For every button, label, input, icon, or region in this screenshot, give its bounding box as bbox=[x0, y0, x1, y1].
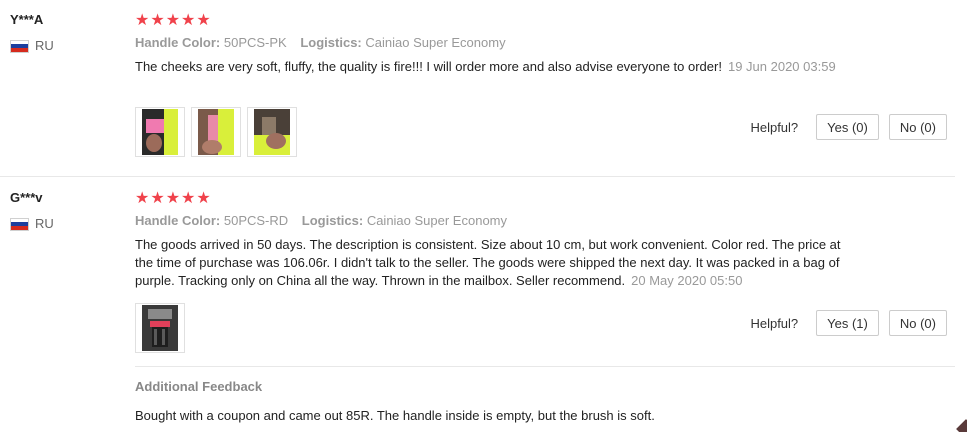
review-sku-info: Handle Color: 50PCS-PK Logistics: Cainia… bbox=[135, 34, 860, 52]
handle-color-value: 50PCS-PK bbox=[223, 35, 287, 50]
helpful-label: Helpful? bbox=[750, 119, 799, 135]
helpful-voting: Helpful? Yes (1) No (0) bbox=[750, 310, 947, 336]
additional-feedback-title: Additional Feedback bbox=[135, 379, 263, 394]
russia-flag-icon bbox=[10, 39, 29, 53]
logistics-label: Logistics: bbox=[301, 213, 364, 228]
photo-brush-in-hand bbox=[198, 109, 234, 155]
review-text: The goods arrived in 50 days. The descri… bbox=[135, 236, 860, 290]
helpful-no-button[interactable]: No (0) bbox=[888, 310, 947, 336]
country-code: RU bbox=[35, 38, 54, 53]
logistics-value: Cainiao Super Economy bbox=[366, 213, 508, 228]
additional-feedback-text: Bought with a coupon and came out 85R. T… bbox=[135, 408, 655, 423]
helpful-label: Helpful? bbox=[750, 315, 799, 331]
review-item: Y***A RU ★★★★★ Handle Color: 50PCS-PK Lo… bbox=[0, 0, 955, 177]
review-photos bbox=[135, 107, 297, 157]
helpful-yes-button[interactable]: Yes (1) bbox=[816, 310, 879, 336]
star-rating: ★★★★★ bbox=[135, 190, 212, 207]
handle-color-label: Handle Color: bbox=[135, 213, 221, 228]
corner-decoration bbox=[956, 419, 967, 432]
photo-brush-closeup bbox=[254, 109, 290, 155]
reviewer-name: G***v bbox=[10, 190, 43, 205]
logistics-value: Cainiao Super Economy bbox=[365, 35, 506, 50]
helpful-voting: Helpful? Yes (0) No (0) bbox=[750, 114, 947, 140]
review-photo-thumbnail[interactable] bbox=[191, 107, 241, 157]
photo-pink-brush bbox=[142, 109, 178, 155]
photo-red-brushes bbox=[142, 305, 178, 351]
review-content: ★★★★★ Handle Color: 50PCS-RD Logistics: … bbox=[135, 190, 860, 290]
additional-feedback: Additional Feedback Bought with a coupon… bbox=[135, 366, 955, 425]
review-photo-thumbnail[interactable] bbox=[135, 107, 185, 157]
review-date: 19 Jun 2020 03:59 bbox=[727, 59, 836, 74]
review-photo-thumbnail[interactable] bbox=[247, 107, 297, 157]
review-date: 20 May 2020 05:50 bbox=[631, 273, 743, 288]
helpful-no-button[interactable]: No (0) bbox=[888, 114, 947, 140]
russia-flag-icon bbox=[10, 217, 29, 231]
helpful-yes-button[interactable]: Yes (0) bbox=[816, 114, 879, 140]
country-code: RU bbox=[35, 216, 54, 231]
review-text: The cheeks are very soft, fluffy, the qu… bbox=[135, 58, 860, 76]
reviewer-info: Y***A RU bbox=[10, 12, 120, 54]
review-item: G***v RU ★★★★★ Handle Color: 50PCS-RD Lo… bbox=[0, 178, 955, 432]
review-photos bbox=[135, 303, 185, 353]
handle-color-value: 50PCS-RD bbox=[223, 213, 289, 228]
reviewer-info: G***v RU bbox=[10, 190, 120, 232]
reviewer-name: Y***A bbox=[10, 12, 44, 27]
handle-color-label: Handle Color: bbox=[135, 35, 221, 50]
review-photo-thumbnail[interactable] bbox=[135, 303, 185, 353]
star-rating: ★★★★★ bbox=[135, 12, 212, 29]
logistics-label: Logistics: bbox=[300, 35, 362, 50]
reviewer-country: RU bbox=[10, 38, 120, 54]
reviewer-country: RU bbox=[10, 216, 120, 232]
review-content: ★★★★★ Handle Color: 50PCS-PK Logistics: … bbox=[135, 12, 860, 76]
review-sku-info: Handle Color: 50PCS-RD Logistics: Cainia… bbox=[135, 212, 860, 230]
review-body: The cheeks are very soft, fluffy, the qu… bbox=[135, 59, 722, 74]
